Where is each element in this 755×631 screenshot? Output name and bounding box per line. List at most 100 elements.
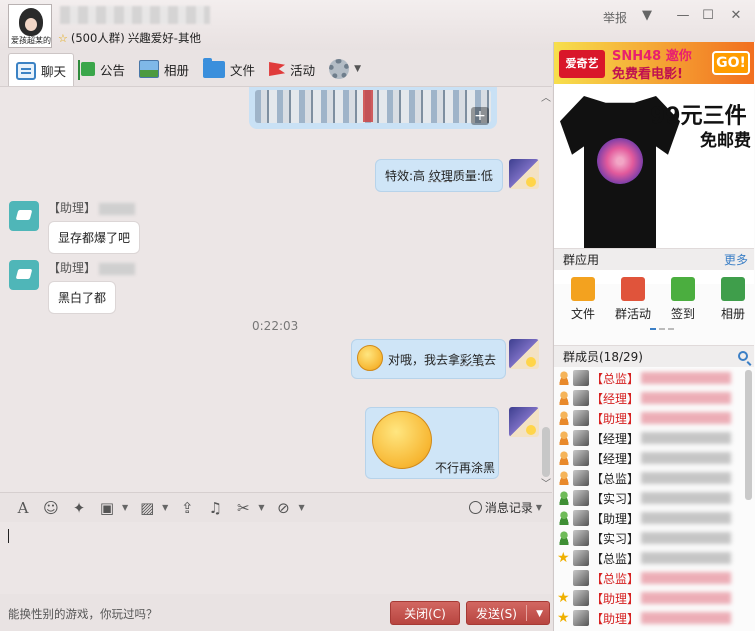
member-row[interactable]: 【经理】 <box>554 448 754 468</box>
member-name-redacted[interactable] <box>641 392 732 404</box>
scroll-up-icon[interactable]: ︿ <box>541 89 551 104</box>
message-input[interactable] <box>0 522 552 594</box>
my-avatar[interactable] <box>509 159 539 189</box>
member-name-redacted[interactable] <box>641 372 732 384</box>
tab-files[interactable]: 文件 <box>196 53 262 85</box>
tab-events[interactable]: 活动 <box>262 53 322 85</box>
member-name-redacted[interactable] <box>641 412 732 424</box>
member-row[interactable]: 【经理】 <box>554 428 754 448</box>
member-name-redacted[interactable] <box>641 492 732 504</box>
member-row[interactable]: 【实习】 <box>554 528 754 548</box>
member-row[interactable]: 【实习】 <box>554 488 754 508</box>
chevron-down-icon[interactable]: ▼ <box>298 503 304 512</box>
tab-chat[interactable]: 聊天 <box>8 53 75 87</box>
emoji-icon[interactable]: ☺ <box>38 497 64 519</box>
minimize-icon[interactable]: — <box>672 6 694 26</box>
member-list[interactable]: 【总监】 【经理】 【助理】 【经理】 【经理】 【总监】 【实习】 【助理】 【实习】 ★ 【总监… <box>554 368 754 631</box>
apps-pager[interactable] <box>650 328 674 330</box>
member-avatar[interactable] <box>573 390 589 406</box>
more-link[interactable]: 更多 <box>724 249 748 271</box>
magic-wand-icon[interactable]: ✦ <box>66 497 92 519</box>
settings-menu[interactable]: ▼ <box>322 53 368 85</box>
member-row[interactable]: ★ 【助理】 <box>554 588 754 608</box>
member-avatar[interactable] <box>573 510 589 526</box>
member-name-redacted[interactable] <box>641 552 732 564</box>
member-name-redacted[interactable] <box>641 612 732 624</box>
music-icon[interactable]: ♫ <box>202 497 228 519</box>
member-avatar[interactable] <box>573 530 589 546</box>
composer-toolbar: A ☺ ✦ ▣ ▼ ▨ ▼ ⇪ ♫ ✂ ▼ ⊘ ▼ 消息记录 ▼ <box>0 492 552 522</box>
member-avatar[interactable] <box>573 610 589 626</box>
chevron-down-icon[interactable]: ▼ <box>162 503 168 512</box>
member-avatar[interactable] <box>573 450 589 466</box>
group-avatar[interactable]: 爱孩超某的 <box>8 4 52 48</box>
member-avatar[interactable] <box>573 590 589 606</box>
chevron-down-icon[interactable]: ▼ <box>122 503 128 512</box>
member-avatar[interactable] <box>573 370 589 386</box>
tab-album[interactable]: 相册 <box>132 53 196 85</box>
send-options-icon[interactable]: ▼ <box>536 602 543 626</box>
assistant-avatar[interactable] <box>9 260 39 290</box>
promo-link[interactable]: 能换性别的游戏，你玩过吗？ <box>8 606 158 622</box>
group-name-redacted[interactable] <box>60 6 210 24</box>
assistant-avatar[interactable] <box>9 201 39 231</box>
message-text-link[interactable]: 纹理 <box>429 169 453 183</box>
zoom-in-icon[interactable]: + <box>471 107 489 125</box>
member-row[interactable]: 【经理】 <box>554 388 754 408</box>
my-avatar[interactable] <box>509 339 539 369</box>
ad-banner[interactable]: 爱奇艺 SNH48 邀你 免费看电影! GO! <box>554 42 754 84</box>
app-events[interactable]: 群活动 <box>614 271 652 335</box>
group-category[interactable]: 兴趣爱好-其他 <box>128 30 201 46</box>
upload-icon[interactable]: ⇪ <box>174 497 200 519</box>
app-files[interactable]: 文件 <box>564 271 602 335</box>
chat-history[interactable]: ︿ + 特效:高 纹理质量:低 【助理】 显存都爆了吧 【助理】 黑白了都 0:… <box>0 86 552 492</box>
member-row[interactable]: 【总监】 <box>554 568 754 588</box>
close-button[interactable]: 关闭(C) <box>390 601 460 625</box>
chevron-down-icon[interactable]: ▼ <box>258 503 264 512</box>
image-icon[interactable]: ▨ <box>134 497 160 519</box>
member-name-redacted[interactable] <box>641 472 732 484</box>
member-name-redacted[interactable] <box>641 432 732 444</box>
member-row[interactable]: 【总监】 <box>554 368 754 388</box>
member-row[interactable]: 【助理】 <box>554 508 754 528</box>
block-screen-icon[interactable]: ⊘ <box>270 497 296 519</box>
scissors-icon[interactable]: ✂ <box>230 497 256 519</box>
member-name-redacted[interactable] <box>641 532 732 544</box>
member-name-redacted[interactable] <box>641 452 732 464</box>
member-name-redacted[interactable] <box>641 572 732 584</box>
search-icon[interactable] <box>738 351 748 361</box>
app-checkin[interactable]: 签到 <box>664 271 702 335</box>
font-icon[interactable]: A <box>10 497 36 519</box>
member-avatar[interactable] <box>573 410 589 426</box>
member-avatar[interactable] <box>573 550 589 566</box>
scroll-down-icon[interactable]: ﹀ <box>541 475 551 490</box>
member-avatar[interactable] <box>573 430 589 446</box>
member-avatar[interactable] <box>573 490 589 506</box>
member-row[interactable]: ★ 【总监】 <box>554 548 754 568</box>
member-scrollbar[interactable] <box>745 370 752 500</box>
message-history-button[interactable]: 消息记录 ▼ <box>468 499 546 516</box>
image-message[interactable]: + <box>249 87 497 129</box>
my-message-bubble: 特效:高 纹理质量:低 <box>375 159 503 192</box>
member-avatar[interactable] <box>573 570 589 586</box>
message-text-link[interactable]: 彩笔 <box>460 353 484 367</box>
dropdown-icon[interactable]: ▼ <box>636 6 658 26</box>
gift-icon[interactable]: ▣ <box>94 497 120 519</box>
member-row[interactable]: ★ 【助理】 <box>554 608 754 628</box>
member-name-redacted[interactable] <box>641 512 732 524</box>
member-row[interactable]: 【助理】 <box>554 408 754 428</box>
maximize-icon[interactable]: ☐ <box>697 6 719 26</box>
report-button[interactable]: 举报 <box>603 9 627 26</box>
my-avatar[interactable] <box>509 407 539 437</box>
tab-notice[interactable]: 公告 <box>74 53 132 85</box>
member-avatar[interactable] <box>573 470 589 486</box>
ad-go-button[interactable]: GO! <box>712 51 750 75</box>
send-button[interactable]: 发送(S) ▼ <box>466 601 550 625</box>
their-message-bubble: 显存都爆了吧 <box>48 221 141 254</box>
app-album[interactable]: 相册 <box>714 271 752 335</box>
member-name-redacted[interactable] <box>641 592 732 604</box>
chat-scrollbar[interactable] <box>542 427 550 477</box>
member-row[interactable]: 【总监】 <box>554 468 754 488</box>
close-window-icon[interactable]: ✕ <box>725 6 747 26</box>
image-thumbnail[interactable] <box>255 90 491 123</box>
